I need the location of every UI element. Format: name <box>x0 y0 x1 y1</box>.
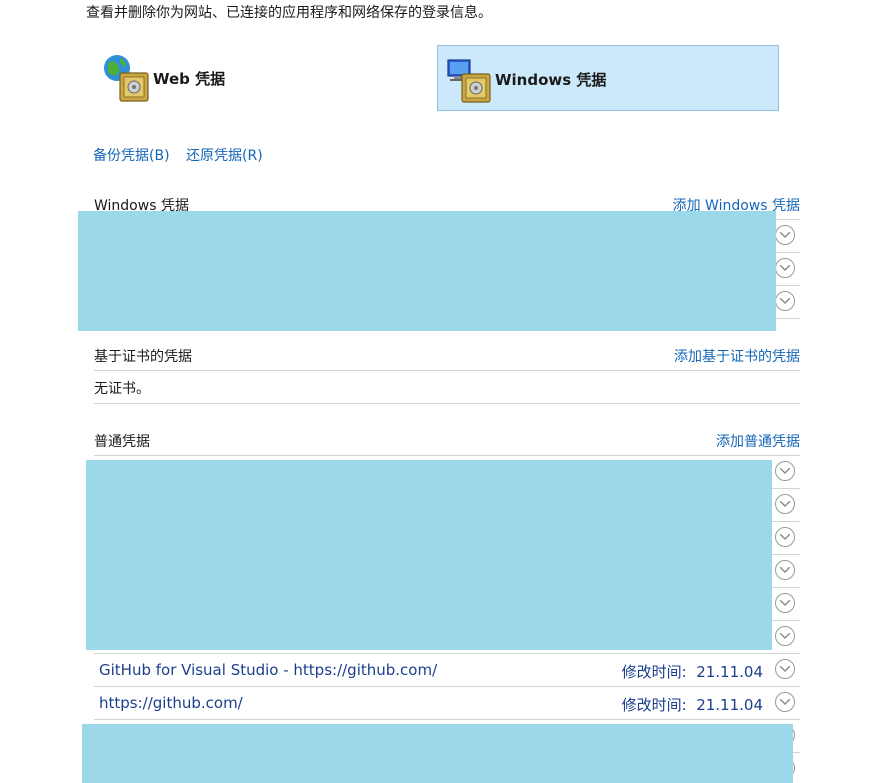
divider <box>94 370 800 371</box>
expand-chevron-icon[interactable] <box>775 461 795 481</box>
web-vault-icon <box>104 55 149 102</box>
expand-chevron-icon[interactable] <box>775 626 795 646</box>
expand-chevron-icon[interactable] <box>775 560 795 580</box>
divider <box>94 686 800 687</box>
expand-chevron-icon[interactable] <box>775 692 795 712</box>
expand-chevron-icon[interactable] <box>775 593 795 613</box>
divider <box>94 653 800 654</box>
windows-credentials-tile[interactable]: Windows 凭据 <box>437 45 779 111</box>
expand-chevron-icon[interactable] <box>775 225 795 245</box>
add-cert-credential-link[interactable]: 添加基于证书的凭据 <box>674 346 800 366</box>
modified-date: 21.11.04 <box>696 663 763 681</box>
web-credentials-label: Web 凭据 <box>153 70 226 88</box>
modified-label: 修改时间: <box>621 696 687 714</box>
divider <box>94 719 800 720</box>
divider <box>94 403 800 404</box>
credential-row-name[interactable]: https://github.com/ <box>99 694 243 712</box>
modified-date: 21.11.04 <box>696 696 763 714</box>
no-certificates-text: 无证书。 <box>94 381 150 397</box>
credential-row-name[interactable]: GitHub for Visual Studio - https://githu… <box>99 661 437 679</box>
expand-chevron-icon[interactable] <box>775 527 795 547</box>
backup-credentials-link[interactable]: 备份凭据(B) <box>93 145 170 165</box>
restore-credentials-link[interactable]: 还原凭据(R) <box>186 145 263 165</box>
expand-chevron-icon[interactable] <box>775 494 795 514</box>
redacted-windows-credentials <box>78 211 776 331</box>
add-generic-credential-link[interactable]: 添加普通凭据 <box>716 431 800 451</box>
credential-row-modified: 修改时间: 21.11.04 <box>622 694 763 715</box>
expand-chevron-icon[interactable] <box>775 291 795 311</box>
windows-credentials-label: Windows 凭据 <box>495 71 607 89</box>
web-credentials-tile[interactable]: Web 凭据 <box>96 45 436 111</box>
modified-label: 修改时间: <box>621 663 687 681</box>
redacted-generic-credentials <box>82 724 793 783</box>
divider <box>94 455 800 456</box>
page-description: 查看并删除你为网站、已连接的应用程序和网络保存的登录信息。 <box>86 5 492 21</box>
expand-chevron-icon[interactable] <box>775 659 795 679</box>
redacted-generic-credentials <box>86 460 772 650</box>
expand-chevron-icon[interactable] <box>775 258 795 278</box>
windows-vault-icon <box>447 59 491 103</box>
credential-row-modified: 修改时间: 21.11.04 <box>622 661 763 682</box>
cert-section-title: 基于证书的凭据 <box>94 349 192 365</box>
generic-section-title: 普通凭据 <box>94 434 150 450</box>
